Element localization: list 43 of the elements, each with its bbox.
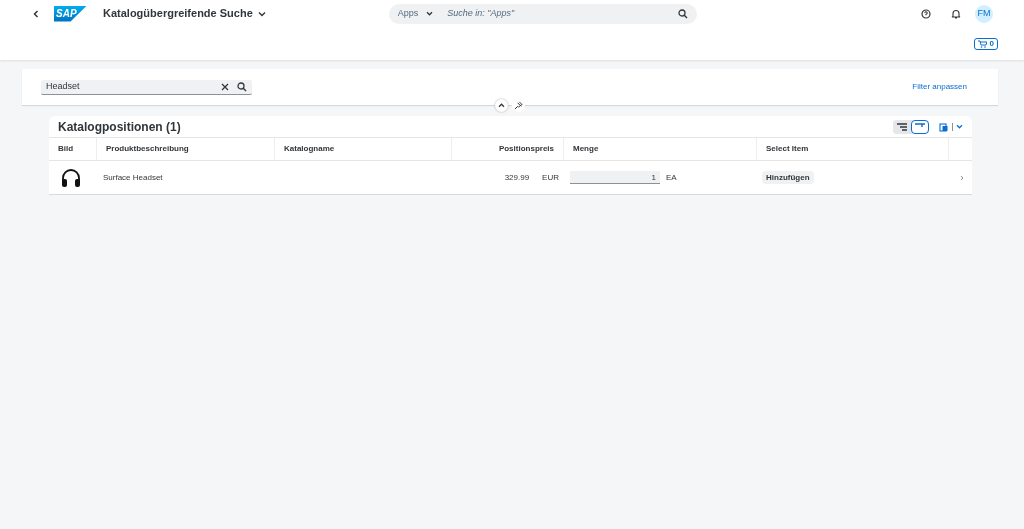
headphones-icon <box>60 167 82 188</box>
view-toggle[interactable] <box>911 119 929 134</box>
chevron-up-icon <box>498 103 505 108</box>
chevron-right-icon[interactable] <box>960 174 964 181</box>
column-header: Bild <box>49 138 97 160</box>
bell-icon[interactable] <box>951 8 961 19</box>
scope-select[interactable]: Apps <box>397 6 434 21</box>
quantity-input[interactable]: 1 <box>570 171 660 184</box>
product-description: Surface Headset <box>103 172 163 182</box>
pin-button[interactable] <box>512 99 525 112</box>
add-button[interactable]: Hinzufügen <box>762 171 814 184</box>
price: 329.99 <box>504 171 530 184</box>
help-icon[interactable] <box>921 8 931 19</box>
export-button[interactable] <box>939 121 963 132</box>
column-header: Produktbeschreibung <box>97 138 275 160</box>
app-title-menu[interactable]: Katalogübergreifende Suche <box>103 5 266 22</box>
column-header: Select Item <box>757 138 949 160</box>
search-field[interactable]: Headset <box>41 79 252 95</box>
column-header: Katalogname <box>275 138 452 160</box>
search-icon[interactable] <box>677 8 688 19</box>
chevron-left-icon <box>33 9 39 18</box>
table-title: Katalogpositionen (1) <box>58 118 181 136</box>
search-bar[interactable]: Apps Suche in: "Apps" <box>388 3 697 24</box>
search-input[interactable]: Suche in: "Apps" <box>447 6 678 21</box>
cart-icon <box>977 39 987 48</box>
chevron-down-icon <box>426 11 434 16</box>
column-header: Menge <box>564 138 757 160</box>
chevron-down-icon <box>956 124 963 129</box>
currency: EUR <box>542 171 559 184</box>
tree-list-icon <box>897 122 907 131</box>
unit: EA <box>666 171 677 184</box>
user-avatar[interactable]: FM <box>975 4 993 23</box>
pin-icon <box>514 101 523 110</box>
search-input[interactable]: Headset <box>46 79 221 94</box>
cart-button[interactable]: 0 <box>973 37 998 50</box>
adapt-filters-link[interactable]: Filter anpassen <box>912 81 967 93</box>
table-row[interactable]: Surface Headset 329.99 EUR 1 EA Hinzufügen <box>49 161 972 194</box>
chevron-down-icon <box>257 10 266 17</box>
search-icon[interactable] <box>237 81 247 92</box>
collapse-button[interactable] <box>495 99 508 112</box>
clear-icon[interactable] <box>221 82 229 91</box>
column-header: Positionspreis <box>452 138 564 160</box>
export-icon <box>939 121 949 132</box>
